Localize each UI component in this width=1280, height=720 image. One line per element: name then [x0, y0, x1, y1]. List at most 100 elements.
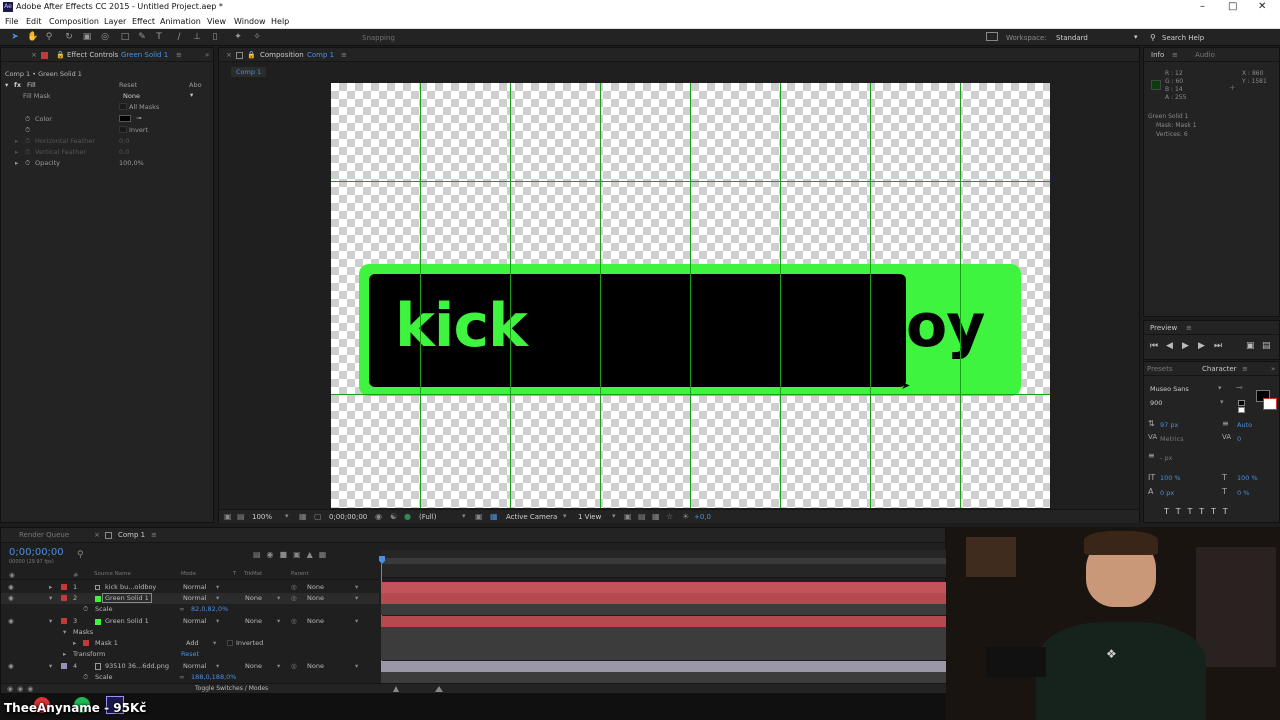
stopwatch-icon[interactable]: ⏱ — [25, 126, 30, 135]
close-icon[interactable]: ✕ — [1258, 1, 1266, 12]
black-swatch[interactable] — [1238, 400, 1245, 406]
kerning-value[interactable]: Metrics — [1160, 435, 1184, 443]
parent-dropdown-icon[interactable]: ▾ — [355, 594, 358, 602]
toggle-switches-modes[interactable]: Toggle Switches / Modes — [195, 685, 268, 692]
all-masks-checkbox[interactable] — [119, 103, 127, 110]
expand-arrow-icon[interactable]: ▸ — [73, 639, 76, 647]
property-value[interactable]: 188,0,188,0% — [191, 673, 236, 681]
collapse-arrow-icon[interactable]: ▾ — [49, 594, 52, 602]
timeline-row[interactable]: ⏱ Scale ∞ 188,0,188,0% — [1, 672, 379, 683]
zoom-tool-icon[interactable]: ⚲ — [44, 32, 54, 42]
layer-trkmat[interactable]: None — [245, 662, 262, 670]
expand-arrow-icon[interactable]: ▸ — [15, 159, 18, 167]
layer-duration-bar[interactable] — [381, 627, 947, 638]
vertical-feather-value[interactable]: 0,0 — [119, 148, 129, 156]
tab-info[interactable]: Info — [1151, 51, 1164, 59]
menu-view[interactable]: View — [207, 17, 226, 26]
layer-duration-bar[interactable] — [381, 604, 947, 615]
mode-dropdown-icon[interactable]: ▾ — [216, 583, 219, 591]
tab-audio[interactable]: Audio — [1195, 51, 1215, 59]
layer-mode[interactable]: Normal — [183, 662, 207, 670]
layer-duration-bar[interactable] — [381, 582, 947, 593]
effect-about-link[interactable]: Abo — [189, 81, 202, 89]
lock-icon[interactable]: 🔒 — [247, 51, 256, 59]
fill-mask-select[interactable]: None — [123, 92, 140, 100]
guide-line[interactable] — [870, 83, 871, 508]
font-size-value[interactable]: 97 px — [1160, 421, 1178, 429]
menu-layer[interactable]: Layer — [104, 17, 126, 26]
comp-canvas[interactable]: kick oy ➤ — [331, 83, 1050, 508]
panel-menu-icon[interactable]: ≡ — [341, 51, 347, 59]
safe-zones-icon[interactable]: ▦ — [299, 512, 307, 521]
flowchart-icon[interactable]: ☆ — [666, 512, 673, 521]
layer-mode[interactable]: Normal — [183, 594, 207, 602]
exposure-value[interactable]: +0,0 — [694, 513, 711, 521]
link-icon[interactable]: ∞ — [179, 605, 184, 613]
rotate-tool-icon[interactable]: ↻ — [64, 32, 74, 42]
hand-tool-icon[interactable]: ✋ — [27, 32, 38, 42]
layer-parent[interactable]: None — [307, 617, 324, 625]
timeline-row[interactable]: ◉ ▾ 2 Green Solid 1 Normal ▾ None ▾ ◎ No… — [1, 593, 379, 604]
panel-menu-icon[interactable]: ≡ — [176, 51, 182, 59]
layer-parent[interactable]: None — [307, 594, 324, 602]
stopwatch-icon[interactable]: ⏱ — [83, 605, 88, 614]
panel-menu-icon[interactable]: ≡ — [1242, 365, 1248, 373]
link-icon[interactable]: ∞ — [179, 673, 184, 681]
stopwatch-icon[interactable]: ⏱ — [25, 148, 30, 157]
tab-comp[interactable]: Comp 1 — [118, 531, 145, 539]
close-tab-icon[interactable]: × — [31, 51, 37, 59]
mask-mode-dropdown-icon[interactable]: ▾ — [213, 639, 216, 647]
guide-line[interactable] — [960, 83, 961, 508]
panel-menu-icon[interactable]: ≡ — [151, 531, 157, 539]
maximize-icon[interactable]: □ — [1228, 1, 1237, 12]
parent-dropdown-icon[interactable]: ▾ — [355, 583, 358, 591]
menu-animation[interactable]: Animation — [160, 17, 201, 26]
layer-duration-bar[interactable] — [381, 672, 947, 683]
selection-tool-icon[interactable]: ➤ — [10, 32, 20, 42]
rectangle-tool-icon[interactable]: □ — [120, 32, 130, 42]
snapshot-icon[interactable]: ◉ — [375, 512, 382, 521]
pen-tool-icon[interactable]: ✎ — [137, 32, 147, 42]
clone-tool-icon[interactable]: ⊥ — [192, 32, 202, 42]
transparency-grid-icon[interactable]: ▦ — [490, 512, 498, 521]
view-dropdown-icon[interactable]: ▾ — [612, 512, 616, 520]
baseline-value[interactable]: 0 px — [1160, 489, 1174, 497]
next-frame-icon[interactable]: ▶ — [1198, 341, 1205, 351]
timeline-row[interactable]: ▸ Mask 1 Add ▾ Inverted — [1, 638, 379, 649]
label-color-chip[interactable] — [61, 595, 67, 601]
guide-line[interactable] — [331, 394, 1050, 395]
layer-mode[interactable]: Normal — [183, 583, 207, 591]
eye-icon[interactable]: ◉ — [8, 617, 14, 625]
layer-name[interactable]: Green Solid 1 — [102, 593, 152, 603]
property-value[interactable]: 82,0,82,0% — [191, 605, 228, 613]
text-style-buttons[interactable]: TTTTTT — [1164, 507, 1235, 516]
minimize-icon[interactable]: – — [1200, 1, 1205, 12]
layer-mode[interactable]: Normal — [183, 617, 207, 625]
roi-icon[interactable]: ▣ — [475, 512, 483, 521]
tab-composition-name[interactable]: Comp 1 — [307, 51, 334, 59]
collapse-arrow-icon[interactable]: ▾ — [49, 617, 52, 625]
horizontal-feather-value[interactable]: 0,0 — [119, 137, 129, 145]
snapping-label[interactable]: Snapping — [362, 34, 395, 42]
panel-menu-icon[interactable]: ≡ — [1186, 324, 1192, 332]
mode-dropdown-icon[interactable]: ▾ — [216, 662, 219, 670]
eye-icon[interactable]: ◉ — [8, 583, 14, 591]
parent-pick-whip-icon[interactable]: ◎ — [291, 594, 297, 602]
mode-dropdown-icon[interactable]: ▾ — [216, 617, 219, 625]
invert-checkbox[interactable] — [119, 126, 127, 133]
stopwatch-icon[interactable]: ⏱ — [25, 137, 30, 146]
panel-expand-icon[interactable]: » — [1271, 365, 1275, 373]
timeline-row[interactable]: ⏱ Scale ∞ 82,0,82,0% — [1, 604, 379, 615]
white-swatch[interactable] — [1238, 407, 1245, 413]
eyedropper-icon[interactable]: ⊸ — [136, 114, 141, 122]
timeline-row[interactable]: ◉ ▸ 1 kick bu...oldboy Normal ▾ ◎ None ▾ — [1, 582, 379, 593]
label-color-chip[interactable] — [61, 618, 67, 624]
expand-arrow-icon[interactable]: ▸ — [49, 583, 52, 591]
tab-composition[interactable]: Composition — [260, 51, 304, 59]
eye-icon[interactable]: ◉ — [8, 594, 14, 602]
search-help-input[interactable]: Search Help — [1162, 34, 1204, 42]
trkmat-dropdown-icon[interactable]: ▾ — [277, 662, 280, 670]
font-family-select[interactable]: Museo Sans — [1150, 385, 1189, 393]
timeline-timecode[interactable]: 0;00;00;00 — [9, 547, 64, 558]
menu-effect[interactable]: Effect — [132, 17, 155, 26]
